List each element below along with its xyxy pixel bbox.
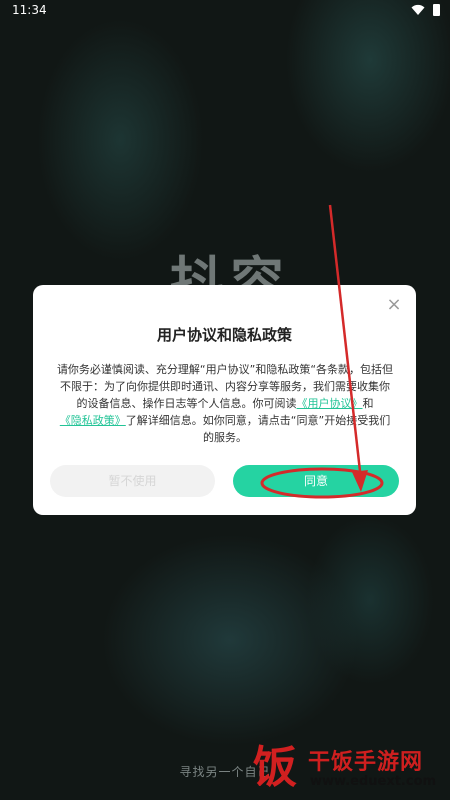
watermark-url: www.eduext.com <box>310 774 437 789</box>
battery-icon <box>433 4 440 16</box>
status-bar: 11:34 <box>0 0 450 22</box>
user-agreement-link[interactable]: 《用户协议》 <box>297 397 363 410</box>
privacy-dialog: × 用户协议和隐私政策 请你务必谨慎阅读、充分理解“用户协议”和隐私政策“各条款… <box>33 285 416 515</box>
privacy-policy-link[interactable]: 《隐私政策》 <box>60 414 126 427</box>
status-icons <box>411 4 440 16</box>
watermark-logo: 饭 <box>253 742 297 793</box>
status-time: 11:34 <box>12 3 47 17</box>
watermark: 饭 干饭手游网 www.eduext.com <box>250 738 450 798</box>
wifi-icon <box>411 4 425 15</box>
watermark-name: 干饭手游网 <box>308 750 424 775</box>
agree-button[interactable]: 同意 <box>233 465 399 497</box>
dialog-title: 用户协议和隐私政策 <box>156 326 292 344</box>
dialog-body: 请你务必谨慎阅读、充分理解“用户协议”和隐私政策“各条款，包括但不限于：为了向你… <box>55 361 395 446</box>
body-text-part2: 了解详细信息。如你同意，请点击“同意”开始接受我们的服务。 <box>125 414 391 444</box>
body-text-and: 和 <box>362 397 374 410</box>
decline-button[interactable]: 暂不使用 <box>50 465 215 497</box>
close-icon[interactable]: × <box>384 295 404 315</box>
